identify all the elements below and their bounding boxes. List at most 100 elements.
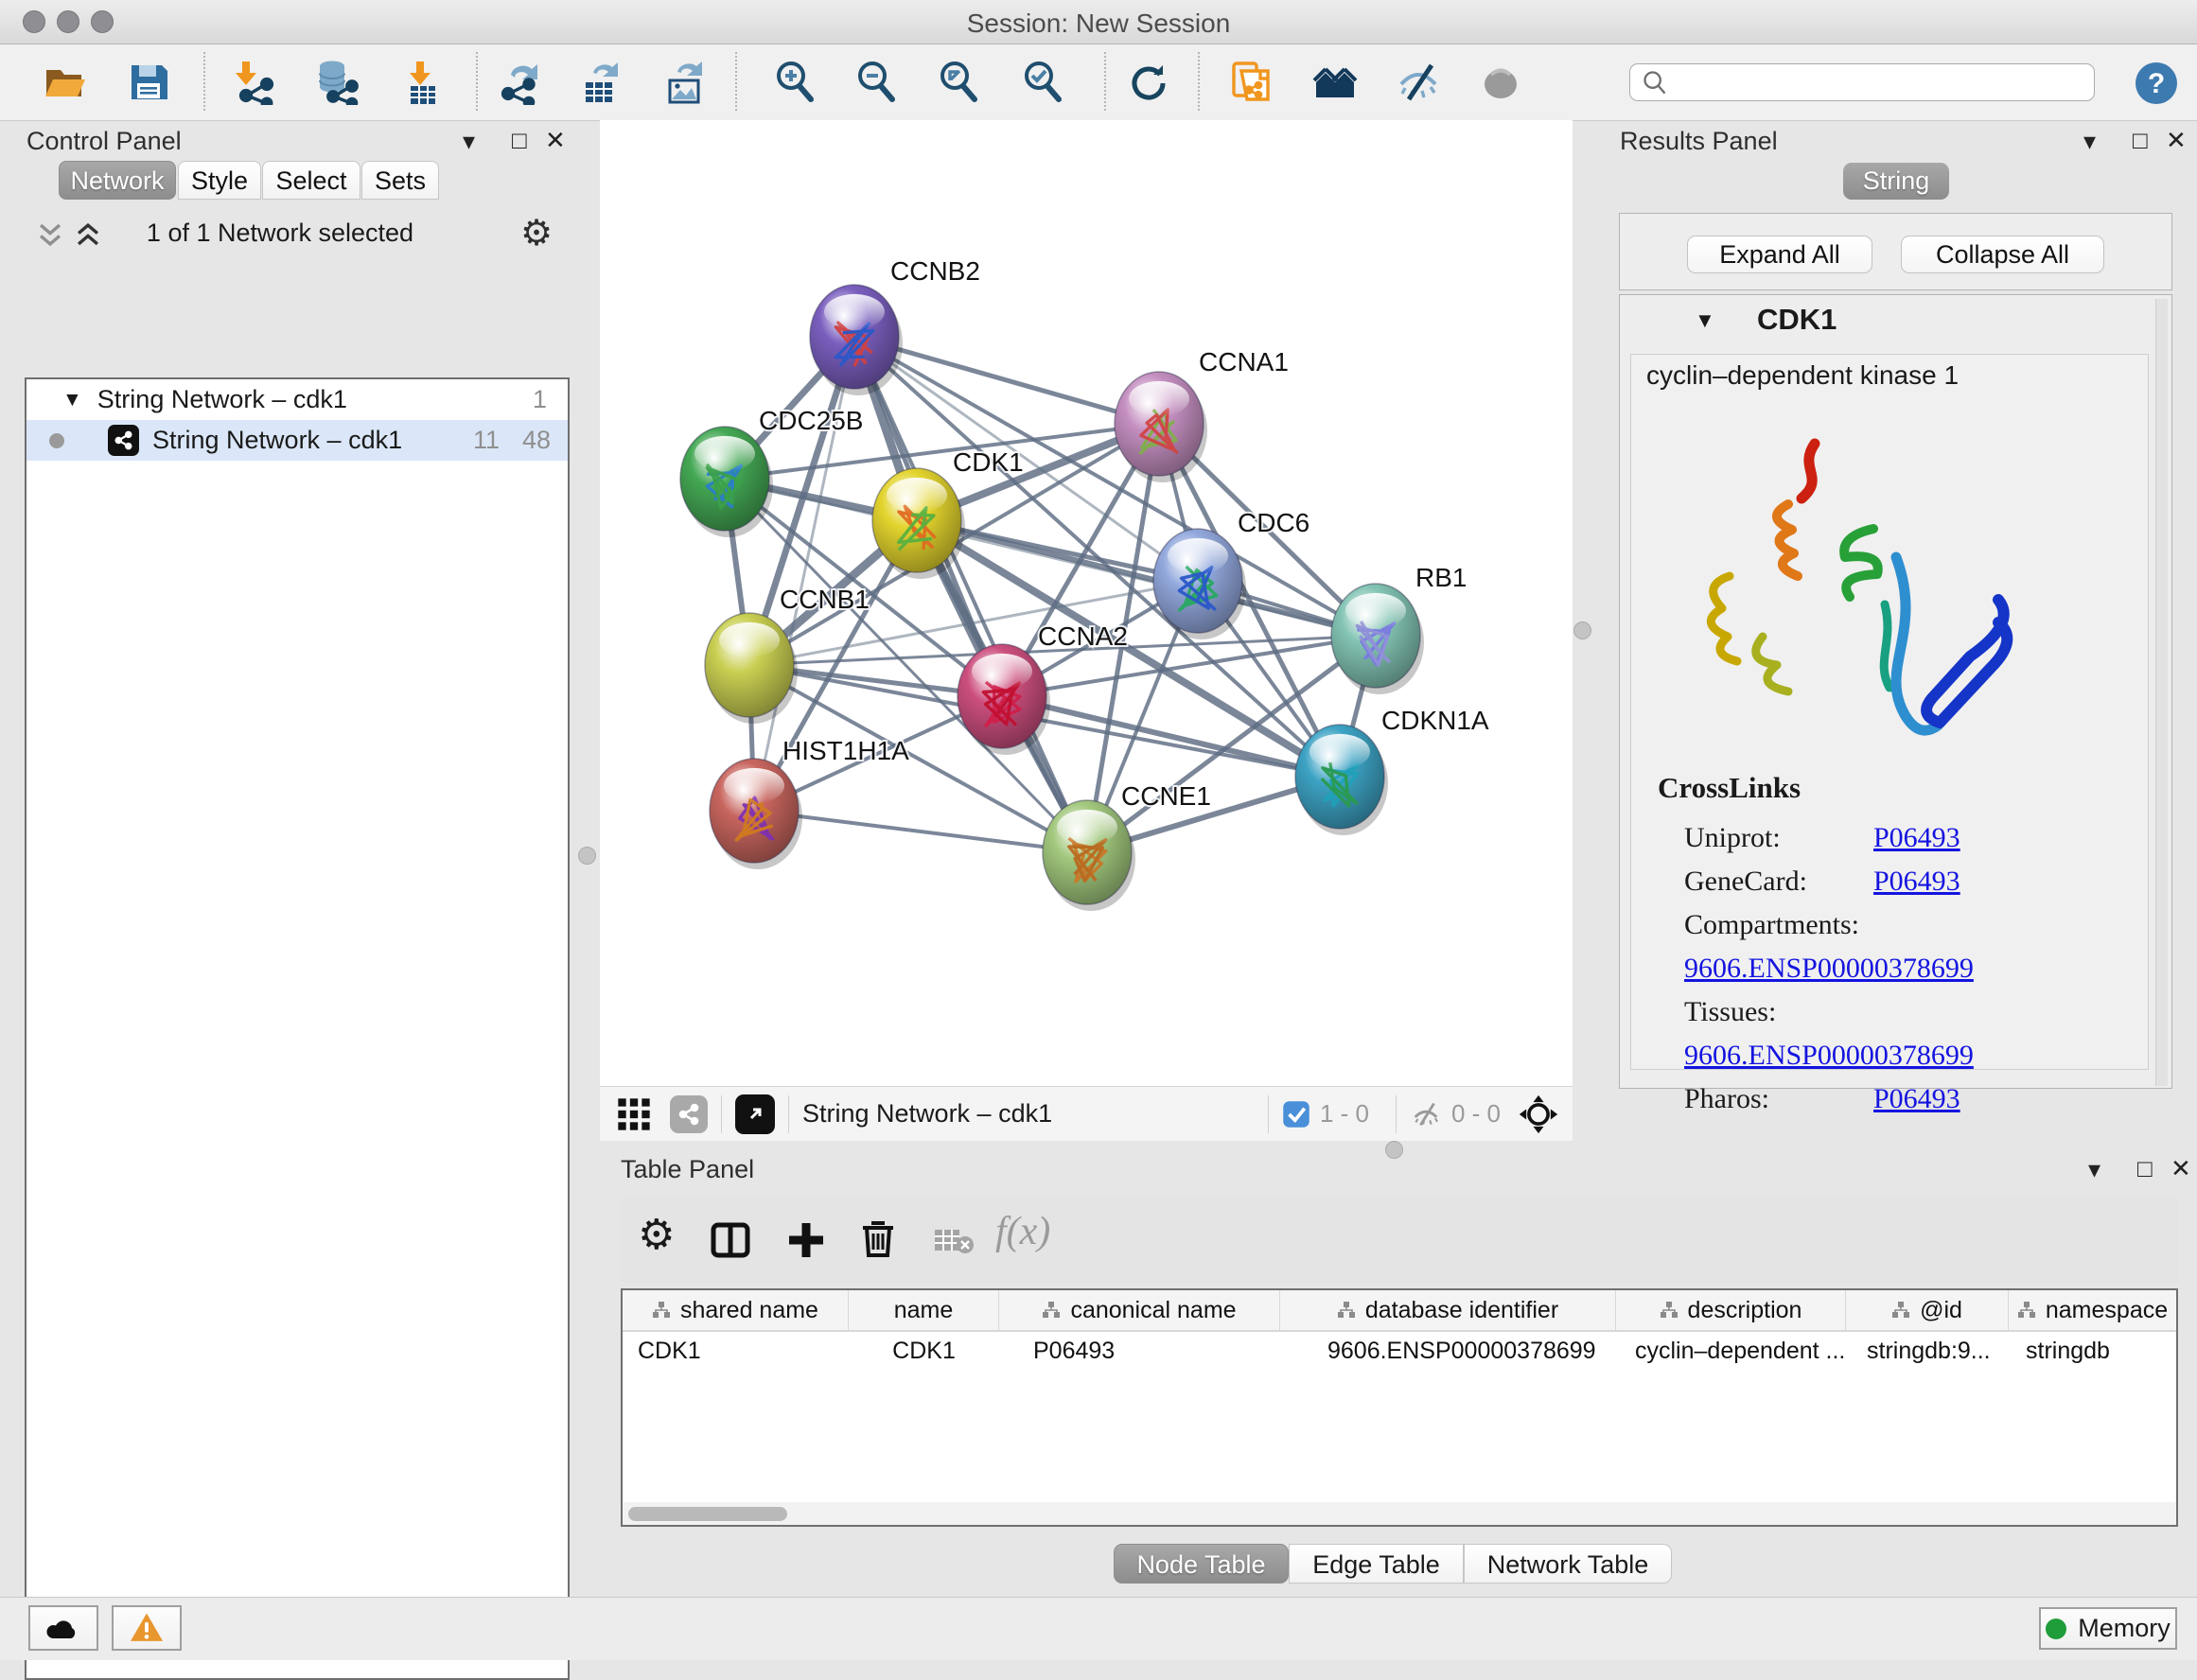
control-panel-close-icon[interactable]: ✕: [545, 128, 566, 152]
network-share-view-icon[interactable]: [670, 1095, 708, 1133]
table-panel-float-icon[interactable]: ▾: [2088, 1157, 2100, 1181]
network-row-label: String Network – cdk1: [152, 426, 402, 455]
table-hscroll-thumb[interactable]: [628, 1507, 787, 1521]
tab-edge-table[interactable]: Edge Table: [1289, 1544, 1464, 1584]
tab-node-table[interactable]: Node Table: [1114, 1544, 1289, 1584]
export-network-icon[interactable]: [498, 60, 543, 105]
results-panel-undock-icon[interactable]: □: [2133, 128, 2148, 152]
selected-node-edge-counts: 1 - 0: [1320, 1099, 1369, 1129]
control-panel-undock-icon[interactable]: □: [512, 128, 527, 152]
export-table-icon[interactable]: [578, 60, 624, 105]
column-type-icon: [1337, 1301, 1356, 1320]
cloud-icon: [44, 1614, 82, 1642]
tab-string[interactable]: String: [1843, 163, 1949, 200]
results-scrollbar[interactable]: [2155, 299, 2168, 1086]
network-row[interactable]: String Network – cdk1 11 48: [26, 420, 568, 461]
right-splitter-handle[interactable]: [1573, 621, 1591, 639]
pan-navigator-icon[interactable]: [1518, 1094, 1559, 1135]
control-panel-float-icon[interactable]: ▾: [463, 129, 475, 153]
network-options-gear-icon[interactable]: ⚙: [520, 212, 553, 254]
import-network-icon[interactable]: [234, 60, 279, 105]
cell-id: stringdb:9...: [1846, 1332, 2009, 1370]
toolbar-separator: [735, 52, 737, 111]
network-collection-row[interactable]: ▼ String Network – cdk1 1: [26, 379, 568, 420]
warning-status-button[interactable]: [112, 1605, 182, 1651]
left-splitter-handle[interactable]: [578, 847, 596, 865]
column-header[interactable]: @id: [1846, 1290, 2009, 1330]
network-canvas[interactable]: CCNB2CCNA1CDC25BCDK1CDC6RB1CCNB1CCNA2CDK…: [600, 120, 1573, 1086]
tab-network[interactable]: Network: [59, 161, 176, 200]
search-box[interactable]: [1629, 63, 2095, 101]
crosslink-link[interactable]: 9606.ENSP00000378699: [1684, 953, 1974, 984]
column-type-icon: [652, 1301, 671, 1320]
network-node-CDKN1A[interactable]: CDKN1A: [1295, 706, 1489, 835]
window-title: Session: New Session: [0, 9, 2197, 39]
import-network-from-database-icon[interactable]: [313, 60, 359, 105]
column-type-icon: [1660, 1301, 1679, 1320]
search-input[interactable]: [1668, 67, 2069, 98]
crosslink-link[interactable]: P06493: [1873, 822, 1960, 853]
node-label-CCNE1: CCNE1: [1121, 781, 1211, 811]
crosslink-link[interactable]: P06493: [1873, 866, 1960, 897]
crosslink-link[interactable]: P06493: [1873, 1083, 1960, 1114]
table-panel-undock-icon[interactable]: □: [2137, 1156, 2153, 1181]
cloud-status-button[interactable]: [28, 1605, 98, 1651]
first-neighbors-icon[interactable]: [1312, 60, 1358, 105]
delete-column-trash-icon[interactable]: [855, 1216, 901, 1261]
column-header[interactable]: description: [1616, 1290, 1846, 1330]
gene-collapse-icon[interactable]: ▼: [1695, 308, 1715, 333]
column-header[interactable]: canonical name: [999, 1290, 1280, 1330]
crosslink-link[interactable]: 9606.ENSP00000378699: [1684, 1040, 1974, 1071]
show-all-icon[interactable]: [1478, 60, 1523, 105]
refresh-icon[interactable]: [1125, 60, 1170, 105]
tab-sets[interactable]: Sets: [361, 161, 439, 200]
collection-expand-icon[interactable]: ▼: [62, 389, 82, 411]
hide-selected-icon[interactable]: [1396, 60, 1441, 105]
node-label-CDK1: CDK1: [953, 447, 1024, 477]
memory-label: Memory: [2078, 1614, 2171, 1643]
network-node-RB1[interactable]: RB1: [1331, 563, 1467, 694]
column-header[interactable]: shared name: [623, 1290, 849, 1330]
help-icon[interactable]: ?: [2135, 61, 2178, 105]
column-header[interactable]: database identifier: [1280, 1290, 1616, 1330]
network-node-CDC6[interactable]: CDC6: [1153, 508, 1309, 639]
zoom-fit-icon[interactable]: [936, 60, 981, 105]
tab-network-table[interactable]: Network Table: [1464, 1544, 1672, 1584]
table-panel-close-icon[interactable]: ✕: [2171, 1156, 2191, 1181]
zoom-selected-icon[interactable]: [1020, 60, 1065, 105]
tab-select[interactable]: Select: [262, 161, 360, 200]
memory-button[interactable]: Memory: [2039, 1607, 2177, 1650]
network-node-CCNE1[interactable]: CCNE1: [1043, 781, 1211, 911]
save-session-icon[interactable]: [126, 60, 171, 105]
import-table-icon[interactable]: [399, 60, 445, 105]
zoom-in-icon[interactable]: [772, 60, 817, 105]
zoom-out-icon[interactable]: [853, 60, 899, 105]
collapse-all-button[interactable]: Collapse All: [1901, 236, 2104, 273]
column-type-icon: [1891, 1301, 1910, 1320]
results-panel-close-icon[interactable]: ✕: [2166, 128, 2187, 152]
show-columns-icon[interactable]: [708, 1217, 753, 1263]
column-header[interactable]: name: [849, 1290, 999, 1330]
table-hscroll-track[interactable]: [623, 1502, 2176, 1525]
gene-description: cyclin–dependent kinase 1: [1646, 360, 1959, 391]
expand-all-button[interactable]: Expand All: [1687, 236, 1872, 273]
crosslink-label: Tissues:: [1684, 990, 1873, 1034]
cell-shared-name: CDK1: [623, 1332, 849, 1370]
create-column-plus-icon[interactable]: [783, 1217, 829, 1263]
column-label: namespace: [2046, 1297, 2168, 1324]
network-graph[interactable]: CCNB2CCNA1CDC25BCDK1CDC6RB1CCNB1CCNA2CDK…: [600, 120, 1573, 1086]
grid-view-icon[interactable]: [615, 1095, 653, 1133]
export-image-icon[interactable]: [662, 60, 708, 105]
tab-style[interactable]: Style: [178, 161, 261, 200]
network-node-CCNB1[interactable]: CCNB1: [705, 585, 870, 724]
column-type-icon: [1042, 1301, 1061, 1320]
birdseye-view-icon[interactable]: [735, 1094, 775, 1134]
table-settings-gear-icon[interactable]: ⚙: [638, 1211, 675, 1259]
selected-checkbox-icon[interactable]: [1282, 1100, 1310, 1129]
column-header[interactable]: namespace: [2009, 1290, 2176, 1330]
results-panel-float-icon[interactable]: ▾: [2083, 129, 2096, 153]
clone-network-icon[interactable]: [1228, 60, 1274, 105]
network-node-HIST1H1A[interactable]: HIST1H1A: [710, 736, 909, 869]
column-label: description: [1688, 1297, 1802, 1324]
open-session-icon[interactable]: [42, 60, 87, 105]
